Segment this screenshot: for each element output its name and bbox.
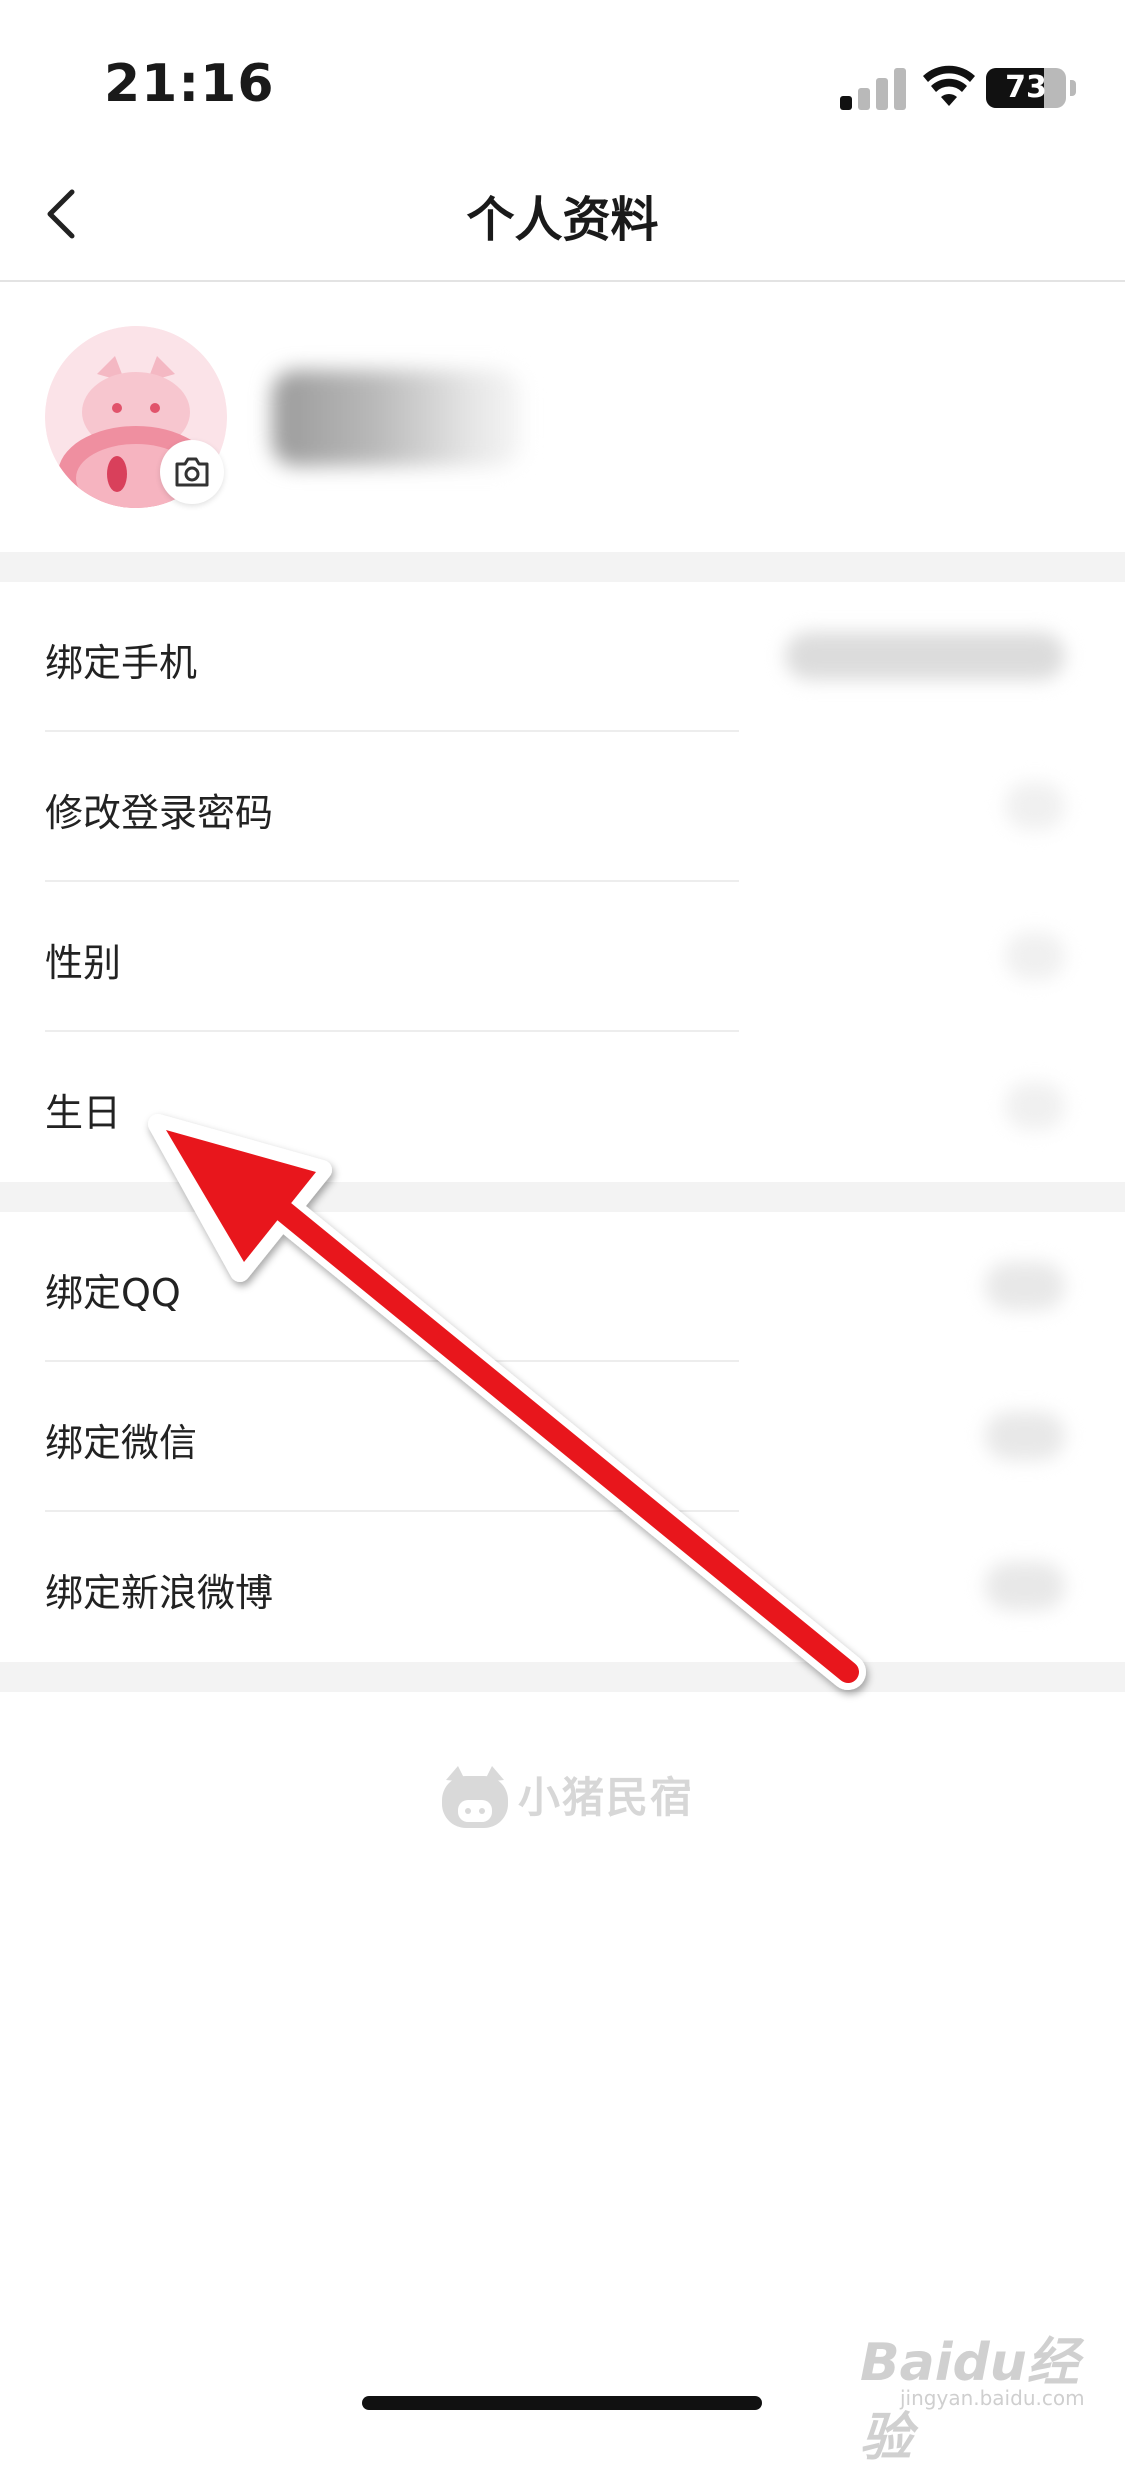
pig-logo-icon bbox=[442, 1766, 508, 1828]
header-divider bbox=[0, 280, 1125, 282]
row-label: 绑定新浪微博 bbox=[45, 1571, 274, 1615]
page-title: 个人资料 bbox=[466, 192, 659, 248]
row-label: 绑定微信 bbox=[45, 1421, 198, 1465]
row-value-redacted bbox=[1005, 1082, 1065, 1130]
home-indicator bbox=[362, 2396, 762, 2410]
change-password-row[interactable]: 修改登录密码 bbox=[0, 732, 1125, 882]
bind-phone-row[interactable]: 绑定手机 bbox=[0, 582, 1125, 732]
status-time: 21:16 bbox=[104, 54, 275, 114]
nickname-redacted bbox=[272, 370, 522, 466]
row-value-redacted bbox=[985, 1262, 1065, 1310]
phone-number-redacted bbox=[785, 632, 1065, 680]
battery-cap bbox=[1070, 80, 1076, 96]
section-gap bbox=[0, 552, 1125, 582]
row-value-redacted bbox=[985, 1562, 1065, 1610]
watermark-sub: jingyan.baidu.com bbox=[900, 2386, 1085, 2410]
row-label: 绑定QQ bbox=[45, 1271, 181, 1315]
row-label: 性别 bbox=[45, 941, 122, 985]
section-gap bbox=[0, 1182, 1125, 1212]
row-label: 修改登录密码 bbox=[45, 791, 274, 835]
logo-text: 小猪民宿 bbox=[518, 1773, 695, 1822]
section-gap bbox=[0, 1662, 1125, 1692]
bind-qq-row[interactable]: 绑定QQ bbox=[0, 1212, 1125, 1362]
bind-weibo-row[interactable]: 绑定新浪微博 bbox=[0, 1512, 1125, 1662]
camera-icon bbox=[175, 457, 209, 487]
row-value-redacted bbox=[1005, 782, 1065, 830]
row-value-redacted bbox=[1005, 932, 1065, 980]
row-label: 生日 bbox=[45, 1091, 122, 1135]
battery-icon: 73 bbox=[986, 68, 1066, 108]
change-avatar-button[interactable] bbox=[160, 440, 224, 504]
bind-wechat-row[interactable]: 绑定微信 bbox=[0, 1362, 1125, 1512]
app-logo: 小猪民宿 bbox=[436, 1760, 696, 1840]
row-label: 绑定手机 bbox=[45, 641, 198, 685]
cellular-signal-icon bbox=[840, 68, 906, 110]
watermark: Baidu经验 jingyan.baidu.com bbox=[860, 2320, 1110, 2468]
birthday-row[interactable]: 生日 bbox=[0, 1032, 1125, 1182]
gender-row[interactable]: 性别 bbox=[0, 882, 1125, 1032]
row-value-redacted bbox=[985, 1412, 1065, 1460]
battery-level: 73 bbox=[1005, 70, 1047, 105]
wifi-icon bbox=[923, 65, 975, 106]
